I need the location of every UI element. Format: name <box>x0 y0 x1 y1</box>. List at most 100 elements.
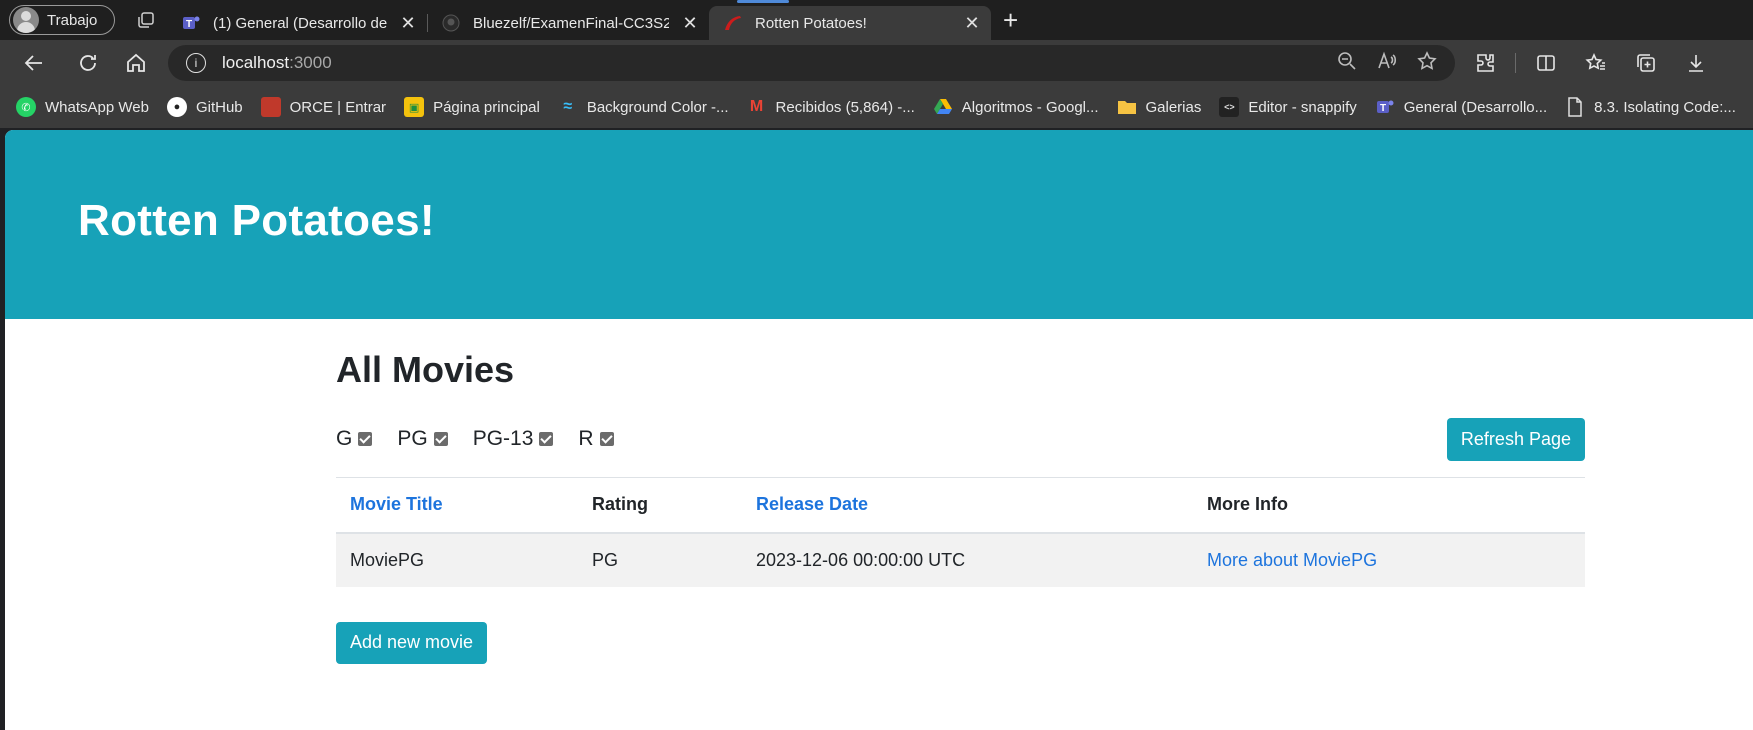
tab-teams-general[interactable]: T (1) General (Desarrollo de softwa ✕ <box>167 6 428 40</box>
bookmark-galerias[interactable]: Galerias <box>1117 97 1202 117</box>
rating-filter-pg[interactable]: PG <box>397 427 448 451</box>
rating-label: PG <box>397 427 428 450</box>
bookmark-tailwind[interactable]: ≈ Background Color -... <box>558 97 729 117</box>
downloads-icon[interactable] <box>1676 45 1716 81</box>
rating-label: PG-13 <box>472 427 534 450</box>
bookmark-label: General (Desarrollo... <box>1403 98 1548 116</box>
collections-icon[interactable] <box>1626 45 1666 81</box>
orce-icon <box>260 97 281 117</box>
tab-rotten-potatoes[interactable]: Rotten Potatoes! ✕ <box>709 0 991 40</box>
page-viewport: Rotten Potatoes! All Movies G PG PG-13 R… <box>5 130 1753 730</box>
release-date-header[interactable]: Release Date <box>742 477 1193 534</box>
rating-cell: PG <box>578 532 742 587</box>
bookmark-drive[interactable]: Algoritmos - Googl... <box>933 97 1099 117</box>
bookmark-snappify[interactable]: <> Editor - snappify <box>1219 97 1357 117</box>
table-row: MoviePG PG 2023-12-06 00:00:00 UTC More … <box>336 532 1585 587</box>
rating-checkbox-pg13[interactable] <box>539 432 554 446</box>
bookmark-label: ORCE | Entrar <box>289 98 387 116</box>
close-tab-icon[interactable]: ✕ <box>399 13 417 34</box>
bookmark-orce[interactable]: ORCE | Entrar <box>260 97 387 117</box>
classroom-icon: ▣ <box>404 97 425 117</box>
page-title: All Movies <box>336 349 515 390</box>
rating-label: R <box>578 427 594 450</box>
back-icon[interactable] <box>14 45 54 81</box>
bookmark-label: Background Color -... <box>586 98 729 116</box>
release-date-cell: 2023-12-06 00:00:00 UTC <box>742 532 1193 587</box>
home-icon[interactable] <box>116 45 156 81</box>
main-content: All Movies G PG PG-13 R Refresh Page Mov… <box>336 349 1585 664</box>
workspaces-icon[interactable] <box>135 9 157 31</box>
bookmark-isolating-code[interactable]: 8.3. Isolating Code:... <box>1565 97 1736 117</box>
site-info-icon[interactable]: i <box>186 53 206 73</box>
bookmark-label: WhatsApp Web <box>45 98 149 116</box>
profile-label: Trabajo <box>47 11 98 29</box>
rating-checkbox-r[interactable] <box>599 432 614 446</box>
rating-filter-pg13[interactable]: PG-13 <box>473 427 554 451</box>
zoom-out-icon[interactable] <box>1337 51 1357 76</box>
bookmark-github[interactable]: ● GitHub <box>166 97 243 117</box>
bookmark-gmail[interactable]: M Recibidos (5,864) -... <box>747 97 915 117</box>
bookmark-label: Editor - snappify <box>1248 98 1357 116</box>
snappify-icon: <> <box>1219 97 1240 117</box>
close-tab-icon[interactable]: ✕ <box>963 13 981 34</box>
github-icon <box>441 13 461 33</box>
tab-title: Rotten Potatoes! <box>755 14 867 32</box>
bookmark-label: Galerias <box>1145 98 1202 116</box>
bookmarks-bar: ✆ WhatsApp Web ● GitHub ORCE | Entrar ▣ … <box>0 86 1753 128</box>
favorites-icon[interactable] <box>1576 45 1616 81</box>
movie-title-header[interactable]: Movie Title <box>336 477 578 534</box>
url-port: :3000 <box>289 53 332 72</box>
tab-strip: Trabajo T (1) General (Desarrollo de sof… <box>0 0 1753 40</box>
whatsapp-icon: ✆ <box>16 97 36 117</box>
bookmark-label: Recibidos (5,864) -... <box>775 98 915 116</box>
browser-window: Trabajo T (1) General (Desarrollo de sof… <box>0 0 1753 730</box>
read-aloud-icon[interactable] <box>1377 51 1397 76</box>
close-tab-icon[interactable]: ✕ <box>681 13 699 34</box>
drive-icon <box>933 97 953 117</box>
rating-checkbox-pg[interactable] <box>433 432 448 446</box>
toolbar-divider <box>1515 53 1516 73</box>
rating-filter-g[interactable]: G <box>336 427 373 451</box>
more-info-link[interactable]: More about MoviePG <box>1193 532 1585 587</box>
bookmark-whatsapp[interactable]: ✆ WhatsApp Web <box>16 97 149 117</box>
bookmark-label: 8.3. Isolating Code:... <box>1594 98 1736 116</box>
tab-title: Bluezelf/ExamenFinal-CC3S2 <box>473 14 669 32</box>
folder-icon <box>1117 97 1137 117</box>
rating-label: G <box>336 427 353 450</box>
page-header: Rotten Potatoes! <box>5 130 1753 319</box>
bookmark-label: Algoritmos - Googl... <box>961 98 1099 116</box>
bookmark-label: Página principal <box>433 98 540 116</box>
browser-toolbar: i localhost:3000 <box>0 40 1753 86</box>
table-header-row: Movie Title Rating Release Date More Inf… <box>336 477 1585 534</box>
teams-icon: T <box>181 13 201 33</box>
tab-github-repo[interactable]: Bluezelf/ExamenFinal-CC3S2 ✕ <box>427 6 710 40</box>
split-screen-icon[interactable] <box>1526 45 1566 81</box>
address-bar[interactable]: i localhost:3000 <box>168 45 1455 81</box>
rating-checkbox-g[interactable] <box>358 432 373 446</box>
bookmark-classroom[interactable]: ▣ Página principal <box>404 97 540 117</box>
movie-title-cell: MoviePG <box>336 532 578 587</box>
gmail-icon: M <box>749 98 764 115</box>
url-host: localhost <box>222 53 290 72</box>
bookmark-label: GitHub <box>195 98 243 116</box>
add-new-movie-button[interactable]: Add new movie <box>336 621 488 664</box>
svg-text:T: T <box>1380 103 1386 114</box>
teams-icon: T <box>1375 97 1395 117</box>
new-tab-button[interactable]: + <box>1003 7 1018 33</box>
tailwind-icon: ≈ <box>563 98 573 115</box>
refresh-page-button[interactable]: Refresh Page <box>1446 418 1585 461</box>
reload-icon[interactable] <box>68 45 108 81</box>
rating-filter-r[interactable]: R <box>578 427 614 451</box>
profile-button[interactable]: Trabajo <box>9 5 115 35</box>
rating-header: Rating <box>578 477 742 534</box>
extensions-icon[interactable] <box>1465 45 1505 81</box>
favorite-star-icon[interactable] <box>1417 50 1437 76</box>
rating-filters: G PG PG-13 R Refresh Page <box>336 418 1585 461</box>
svg-text:T: T <box>186 19 192 30</box>
bookmark-teams[interactable]: T General (Desarrollo... <box>1375 97 1547 117</box>
movies-table: Movie Title Rating Release Date More Inf… <box>336 477 1585 587</box>
document-icon <box>1565 97 1585 117</box>
site-title: Rotten Potatoes! <box>78 196 435 245</box>
avatar-icon <box>13 7 39 33</box>
tab-title: (1) General (Desarrollo de softwa <box>213 14 387 32</box>
